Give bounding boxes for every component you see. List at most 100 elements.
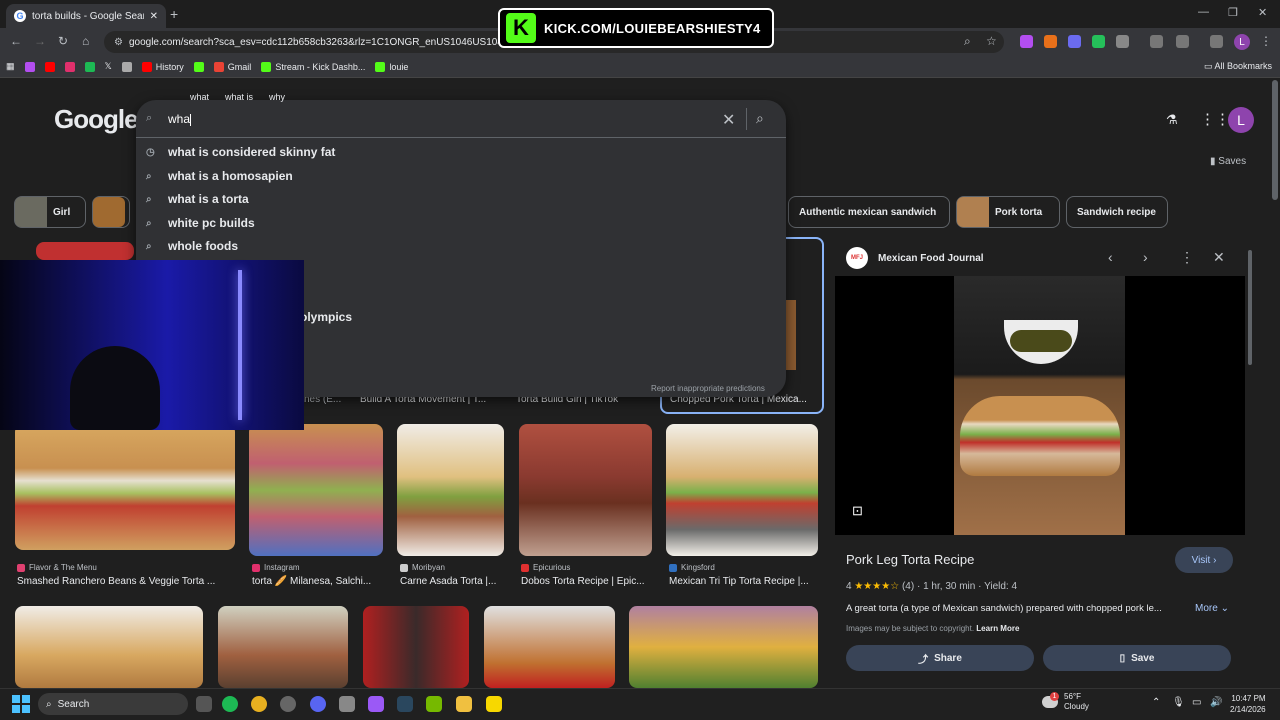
- minimize-icon[interactable]: —: [1198, 6, 1209, 18]
- labs-flask-icon[interactable]: ⚗: [1166, 112, 1178, 128]
- spotify-icon[interactable]: [222, 696, 238, 712]
- apps-grid-icon[interactable]: ▦: [6, 61, 15, 72]
- visit-button[interactable]: Visit ›: [1175, 547, 1233, 573]
- google-lens-icon[interactable]: ⊡: [852, 503, 863, 519]
- result-image[interactable]: [484, 606, 615, 688]
- new-tab-button[interactable]: +: [170, 6, 178, 22]
- microphone-icon[interactable]: 🎙: [1172, 697, 1185, 708]
- filter-chip-pork-torta[interactable]: Pork torta: [956, 196, 1060, 228]
- saves-link[interactable]: ▮ Saves: [1210, 156, 1246, 167]
- task-view-icon[interactable]: [196, 696, 212, 712]
- next-icon[interactable]: ›: [1143, 249, 1148, 265]
- result-title[interactable]: Smashed Ranchero Beans & Veggie Torta ..…: [17, 576, 215, 587]
- suggestion-item[interactable]: ⌕ what is a homosapien: [146, 169, 293, 183]
- all-bookmarks[interactable]: ▭ All Bookmarks: [1204, 61, 1272, 72]
- result-title[interactable]: torta 🥖 Milanesa, Salchi...: [252, 576, 371, 587]
- bookmark-louie[interactable]: louie: [375, 61, 408, 72]
- page-scrollbar[interactable]: [1272, 80, 1278, 200]
- google-apps-icon[interactable]: ⋮⋮: [1200, 110, 1230, 128]
- suggestion-item[interactable]: ⌕ whole foods: [146, 239, 238, 253]
- home-icon[interactable]: ⌂: [82, 34, 89, 48]
- menu-kebab-icon[interactable]: ⋮: [1260, 34, 1272, 48]
- tab-close-icon[interactable]: ✕: [150, 11, 158, 22]
- obs-icon[interactable]: [280, 696, 296, 712]
- zoom-icon[interactable]: ⌕: [964, 34, 971, 49]
- sticky-notes-icon[interactable]: [486, 696, 502, 712]
- query-chip[interactable]: why: [269, 92, 285, 102]
- result-image[interactable]: [249, 424, 383, 556]
- bookmark-kick-dashboard[interactable]: Stream - Kick Dashb...: [261, 61, 365, 72]
- extension-icon[interactable]: [1068, 35, 1081, 48]
- volume-icon[interactable]: 🔊: [1210, 697, 1222, 708]
- file-explorer-icon[interactable]: [456, 696, 472, 712]
- tray-chevron-icon[interactable]: ⌃: [1152, 697, 1160, 708]
- profile-avatar[interactable]: L: [1234, 34, 1250, 50]
- system-clock[interactable]: 10:47 PM 2/14/2026: [1230, 693, 1266, 715]
- display-icon[interactable]: ▭: [1192, 697, 1201, 708]
- report-predictions-link[interactable]: Report inappropriate predictions: [651, 384, 765, 393]
- window-close-icon[interactable]: ✕: [1258, 6, 1267, 19]
- downloads-icon[interactable]: [1176, 35, 1189, 48]
- result-title[interactable]: Carne Asada Torta |...: [400, 576, 496, 587]
- browser-tab[interactable]: G torta builds - Google Search ✕: [6, 4, 166, 28]
- result-image[interactable]: [218, 606, 348, 688]
- taskbar-search[interactable]: ⌕ Search: [38, 693, 188, 715]
- bookmark-icon[interactable]: [121, 61, 132, 72]
- reload-icon[interactable]: ↻: [58, 34, 68, 48]
- result-image[interactable]: [666, 424, 818, 556]
- youtube-icon[interactable]: [44, 61, 55, 72]
- search-submit-icon[interactable]: ⌕: [756, 110, 764, 127]
- media-icon[interactable]: [1210, 35, 1223, 48]
- share-button[interactable]: ⤴ Share: [846, 645, 1034, 671]
- back-icon[interactable]: ←: [10, 34, 22, 48]
- forward-icon[interactable]: →: [34, 34, 46, 48]
- spotify-icon[interactable]: [84, 61, 95, 72]
- windows-start-icon[interactable]: [12, 695, 30, 713]
- chrome-icon[interactable]: [251, 696, 267, 712]
- learn-more-link[interactable]: Learn More: [976, 624, 1019, 633]
- x-icon[interactable]: 𝕏: [105, 61, 112, 72]
- clear-search-icon[interactable]: ✕: [722, 110, 735, 130]
- result-title[interactable]: Dobos Torta Recipe | Epic...: [521, 576, 645, 587]
- query-chip[interactable]: what: [190, 92, 209, 102]
- bookmark-gmail[interactable]: Gmail: [213, 61, 251, 72]
- result-image[interactable]: [629, 606, 818, 688]
- result-image[interactable]: [15, 424, 235, 550]
- suggestion-item[interactable]: ◷ what is considered skinny fat: [146, 145, 335, 159]
- cast-icon[interactable]: [1150, 35, 1163, 48]
- maximize-icon[interactable]: ❐: [1228, 6, 1238, 19]
- preview-source[interactable]: MFJ Mexican Food Journal: [846, 247, 984, 269]
- filter-chip-authentic-mexican-sandwich[interactable]: Authentic mexican sandwich: [788, 196, 950, 228]
- result-image[interactable]: [15, 606, 203, 688]
- search-input[interactable]: wha: [168, 112, 191, 126]
- filter-chip-girl[interactable]: Girl: [14, 196, 86, 228]
- extension-icon[interactable]: [1020, 35, 1033, 48]
- bookmark-star-icon[interactable]: ☆: [986, 34, 997, 48]
- previous-icon[interactable]: ‹: [1108, 249, 1113, 265]
- game-controller-icon[interactable]: [368, 696, 384, 712]
- save-button[interactable]: ▯ Save: [1043, 645, 1231, 671]
- close-preview-icon[interactable]: ✕: [1213, 249, 1225, 266]
- more-link[interactable]: More ⌄: [1195, 603, 1229, 614]
- suggestion-item[interactable]: ⌕ what is a torta: [146, 192, 249, 206]
- extension-icon[interactable]: [1092, 35, 1105, 48]
- result-image[interactable]: [786, 300, 796, 370]
- filter-chip-sandwich-recipe[interactable]: Sandwich recipe: [1066, 196, 1168, 228]
- suggestion-item[interactable]: olympics: [300, 310, 352, 324]
- result-image[interactable]: [363, 606, 469, 688]
- google-account-avatar[interactable]: L: [1228, 107, 1254, 133]
- more-options-icon[interactable]: ⋮: [1180, 249, 1194, 266]
- twitch-icon[interactable]: [24, 61, 35, 72]
- bookmark-history[interactable]: History: [141, 61, 184, 72]
- result-image[interactable]: [397, 424, 504, 556]
- steam-icon[interactable]: [397, 696, 413, 712]
- filter-chip[interactable]: [92, 196, 130, 228]
- extensions-puzzle-icon[interactable]: [1116, 35, 1129, 48]
- google-logo[interactable]: Google: [54, 104, 139, 135]
- panel-scrollbar[interactable]: [1248, 250, 1252, 365]
- preview-title[interactable]: Pork Leg Torta Recipe: [846, 552, 974, 567]
- suggestion-item[interactable]: ⌕ white pc builds: [146, 216, 255, 230]
- result-image[interactable]: [36, 242, 134, 260]
- bookmark-kick[interactable]: [193, 61, 204, 72]
- discord-icon[interactable]: [310, 696, 326, 712]
